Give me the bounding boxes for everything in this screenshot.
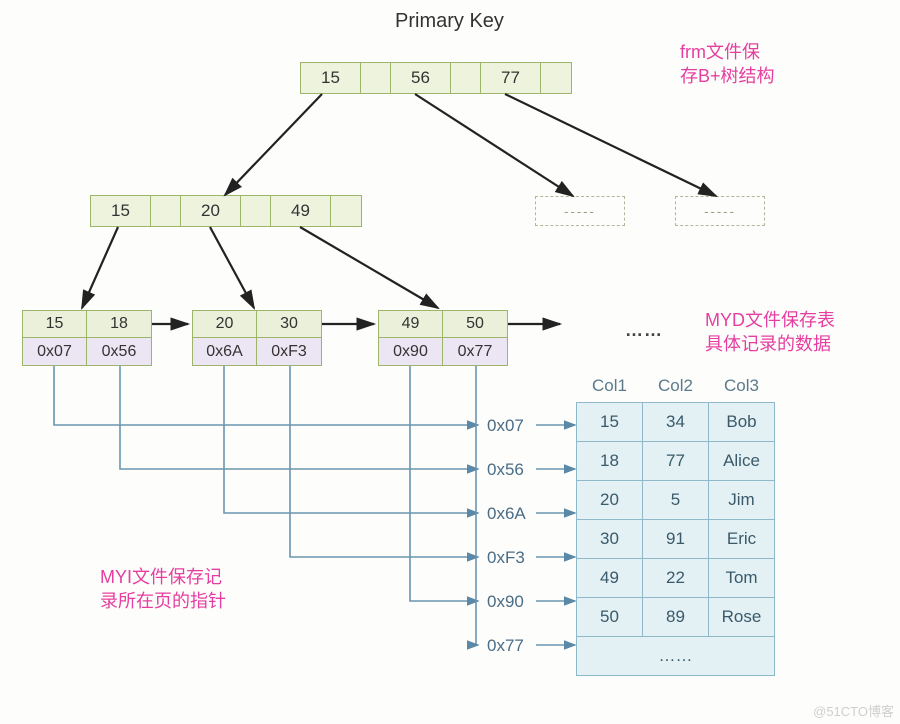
leaf-2-ptr-1: 0x77 — [443, 338, 507, 365]
table-row: 4922Tom — [577, 559, 775, 598]
ptr-label-2: 0x6A — [487, 504, 526, 524]
cell: Eric — [709, 520, 775, 559]
leaf-2: 49 50 0x90 0x77 — [378, 310, 508, 366]
root-gap-2 — [541, 63, 571, 93]
annotation-myi: MYI文件保存记 录所在页的指针 — [100, 565, 226, 614]
annotation-myd: MYD文件保存表 具体记录的数据 — [705, 308, 835, 357]
ptr-label-4: 0x90 — [487, 592, 524, 612]
dashed-node-2: ----- — [675, 196, 765, 226]
ellipsis-leaves: …… — [625, 320, 663, 341]
leaf-0-key-1: 18 — [87, 311, 151, 337]
ptr-label-5: 0x77 — [487, 636, 524, 656]
annotation-frm: frm文件保 存B+树结构 — [680, 40, 775, 89]
cell: 49 — [577, 559, 643, 598]
internal-gap-0 — [151, 196, 181, 226]
leaf-0-ptr-1: 0x56 — [87, 338, 151, 365]
root-key-2: 77 — [481, 63, 541, 93]
ptr-label-0: 0x07 — [487, 416, 524, 436]
leaf-0: 15 18 0x07 0x56 — [22, 310, 152, 366]
root-gap-0 — [361, 63, 391, 93]
leaf-1-ptr-1: 0xF3 — [257, 338, 321, 365]
leaf-2-key-0: 49 — [379, 311, 443, 337]
table-row: 5089Rose — [577, 598, 775, 637]
internal-key-2: 49 — [271, 196, 331, 226]
table-row: 3091Eric — [577, 520, 775, 559]
leaf-1: 20 30 0x6A 0xF3 — [192, 310, 322, 366]
cell: 50 — [577, 598, 643, 637]
data-table: Col1 Col2 Col3 1534Bob 1877Alice 205Jim … — [576, 370, 775, 676]
leaf-0-ptr-0: 0x07 — [23, 338, 87, 365]
root-node: 15 56 77 — [300, 62, 572, 94]
internal-key-1: 20 — [181, 196, 241, 226]
internal-key-0: 15 — [91, 196, 151, 226]
table-row: 1877Alice — [577, 442, 775, 481]
page-title: Primary Key — [395, 10, 504, 33]
table-row: 1534Bob — [577, 403, 775, 442]
watermark: @51CTO博客 — [813, 701, 894, 720]
leaf-2-ptr-0: 0x90 — [379, 338, 443, 365]
cell: Alice — [709, 442, 775, 481]
cell: Bob — [709, 403, 775, 442]
leaf-1-key-0: 20 — [193, 311, 257, 337]
cell: Tom — [709, 559, 775, 598]
cell: 91 — [643, 520, 709, 559]
th-col1: Col1 — [577, 370, 643, 403]
cell-extra: …… — [577, 637, 775, 676]
table-row-extra: …… — [577, 637, 775, 676]
ptr-label-1: 0x56 — [487, 460, 524, 480]
cell: 20 — [577, 481, 643, 520]
cell: Rose — [709, 598, 775, 637]
th-col2: Col2 — [643, 370, 709, 403]
cell: 18 — [577, 442, 643, 481]
leaf-1-ptr-0: 0x6A — [193, 338, 257, 365]
cell: 30 — [577, 520, 643, 559]
dashed-node-1: ----- — [535, 196, 625, 226]
th-col3: Col3 — [709, 370, 775, 403]
table-row: 205Jim — [577, 481, 775, 520]
leaf-1-key-1: 30 — [257, 311, 321, 337]
internal-node: 15 20 49 — [90, 195, 362, 227]
cell: 5 — [643, 481, 709, 520]
cell: 77 — [643, 442, 709, 481]
root-key-0: 15 — [301, 63, 361, 93]
leaf-2-key-1: 50 — [443, 311, 507, 337]
internal-gap-2 — [331, 196, 361, 226]
root-key-1: 56 — [391, 63, 451, 93]
internal-gap-1 — [241, 196, 271, 226]
cell: Jim — [709, 481, 775, 520]
cell: 15 — [577, 403, 643, 442]
leaf-0-key-0: 15 — [23, 311, 87, 337]
ptr-label-3: 0xF3 — [487, 548, 525, 568]
cell: 34 — [643, 403, 709, 442]
root-gap-1 — [451, 63, 481, 93]
cell: 89 — [643, 598, 709, 637]
cell: 22 — [643, 559, 709, 598]
